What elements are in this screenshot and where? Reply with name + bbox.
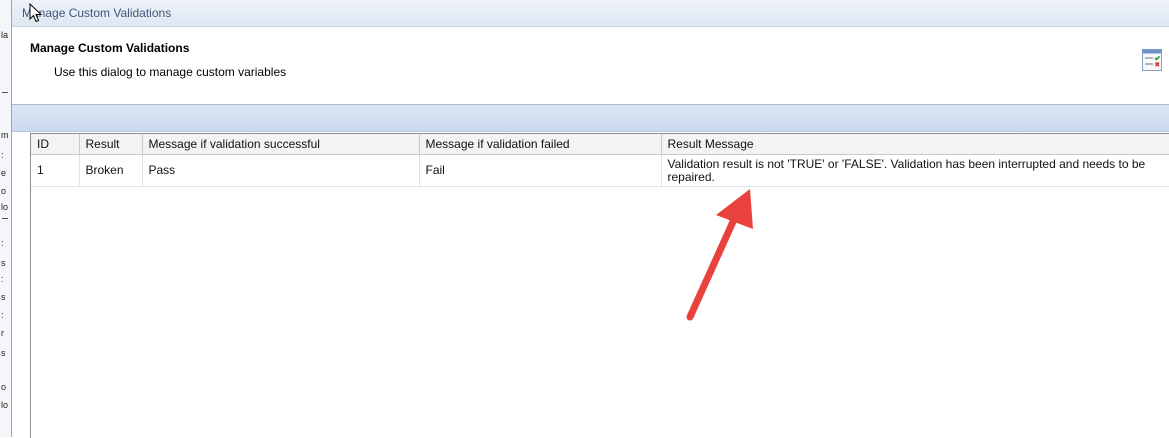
dialog-heading: Manage Custom Validations xyxy=(30,41,190,55)
manage-custom-validations-dialog: Manage Custom Validations Manage Custom … xyxy=(11,0,1169,438)
bg-divider xyxy=(2,92,8,93)
bg-fragment: r xyxy=(1,328,4,338)
red-arrow-annotation xyxy=(686,189,753,321)
table-header-row: ID Result Message if validation successf… xyxy=(31,134,1169,155)
bg-fragment: lo xyxy=(1,400,9,410)
bg-fragment: o xyxy=(1,186,7,196)
cell-result[interactable]: Broken xyxy=(79,154,143,187)
dialog-header: Manage Custom Validations Use this dialo… xyxy=(12,27,1169,103)
separator-band xyxy=(12,104,1169,132)
cell-failed-message[interactable]: Fail xyxy=(419,154,662,187)
column-header-success-message[interactable]: Message if validation successful xyxy=(142,134,420,155)
bg-fragment: m xyxy=(1,130,9,140)
column-header-result-message[interactable]: Result Message xyxy=(661,134,1169,155)
bg-fragment: : xyxy=(1,150,4,160)
mouse-cursor-icon xyxy=(29,3,43,23)
bg-fragment: : xyxy=(1,238,4,248)
cell-result-message[interactable]: Validation result is not 'TRUE' or 'FALS… xyxy=(661,154,1169,187)
column-header-id[interactable]: ID xyxy=(31,134,80,155)
window-title: Manage Custom Validations xyxy=(22,6,172,20)
validation-list-icon xyxy=(1142,49,1162,71)
column-header-result[interactable]: Result xyxy=(79,134,143,155)
cell-success-message[interactable]: Pass xyxy=(142,154,420,187)
table-row[interactable]: 1 Broken Pass Fail Validation result is … xyxy=(31,154,1169,187)
cell-id[interactable]: 1 xyxy=(31,154,80,187)
bg-fragment: : xyxy=(1,310,4,320)
bg-fragment: s xyxy=(1,348,6,358)
validations-table: ID Result Message if validation successf… xyxy=(31,134,1169,187)
validations-grid[interactable]: ID Result Message if validation successf… xyxy=(30,133,1169,438)
bg-fragment: la xyxy=(1,30,9,40)
bg-fragment: s xyxy=(1,292,6,302)
bg-divider xyxy=(2,218,8,219)
title-bar[interactable]: Manage Custom Validations xyxy=(12,0,1169,27)
dialog-description: Use this dialog to manage custom variabl… xyxy=(54,65,287,79)
bg-fragment: lo xyxy=(1,202,9,212)
bg-fragment: s xyxy=(1,258,6,268)
bg-fragment: o xyxy=(1,382,7,392)
column-header-failed-message[interactable]: Message if validation failed xyxy=(419,134,662,155)
bg-fragment: : xyxy=(1,274,4,284)
bg-fragment: e xyxy=(1,168,7,178)
